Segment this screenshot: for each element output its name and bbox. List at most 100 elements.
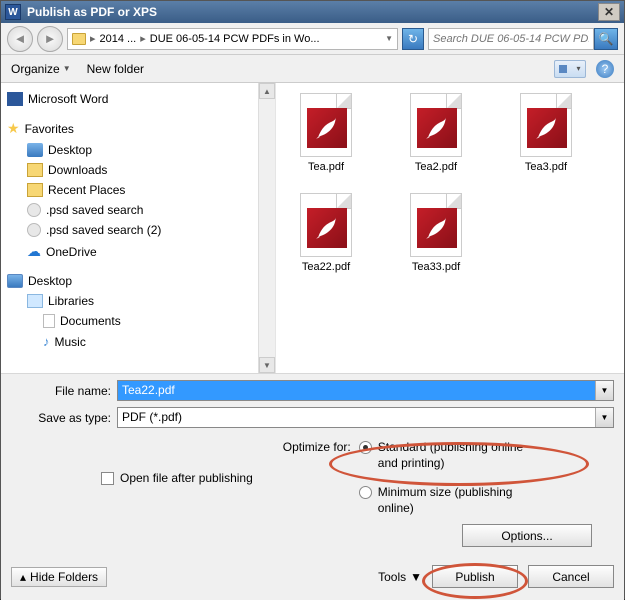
scroll-up-button[interactable]: ▲: [259, 83, 275, 99]
file-pane[interactable]: Tea.pdf Tea2.pdf Tea3.pdf Tea22.pdf Tea33.pd…: [276, 83, 624, 373]
back-button[interactable]: ◄: [7, 26, 33, 52]
sidebar-item-onedrive[interactable]: ☁ OneDrive: [5, 240, 271, 263]
filename-input[interactable]: Tea22.pdf: [118, 381, 595, 400]
checkbox-icon: [101, 472, 114, 485]
chevron-up-icon: ▴: [20, 570, 26, 584]
navbar: ◄ ► ▸ 2014 ... ▸ DUE 06-05-14 PCW PDFs i…: [1, 23, 624, 55]
sidebar-label: Microsoft Word: [28, 92, 108, 106]
pdf-file-icon: [300, 193, 352, 257]
sidebar-label: Recent Places: [48, 183, 125, 197]
libraries-icon: [27, 294, 43, 308]
file-label: Tea22.pdf: [302, 261, 350, 273]
adobe-icon: [417, 108, 457, 148]
toolbar: Organize ▼ New folder ▾ ?: [1, 55, 624, 83]
sidebar-item-desktop[interactable]: Desktop: [5, 140, 271, 160]
close-button[interactable]: ✕: [598, 3, 620, 21]
radio-standard-label: Standard (publishing online and printing…: [378, 440, 538, 471]
saveas-dropdown-button[interactable]: ▼: [595, 408, 613, 427]
publish-dialog: W Publish as PDF or XPS ✕ ◄ ► ▸ 2014 ...…: [0, 0, 625, 599]
sidebar-item-documents[interactable]: Documents: [5, 311, 271, 331]
filename-combo[interactable]: Tea22.pdf ▼: [117, 380, 614, 401]
breadcrumb-segment[interactable]: 2014 ...: [100, 33, 137, 45]
sidebar-scrollbar[interactable]: ▲ ▼: [258, 83, 275, 373]
saveas-combo[interactable]: PDF (*.pdf) ▼: [117, 407, 614, 428]
radio-icon: [359, 441, 372, 454]
forward-button[interactable]: ►: [37, 26, 63, 52]
view-mode-button[interactable]: ▾: [554, 60, 586, 78]
breadcrumb-segment[interactable]: DUE 06-05-14 PCW PDFs in Wo...: [150, 33, 320, 45]
saveas-value: PDF (*.pdf): [118, 408, 595, 427]
search-go-button[interactable]: 🔍: [594, 28, 618, 50]
radio-icon: [359, 486, 372, 499]
sidebar-label: Downloads: [48, 163, 107, 177]
organize-menu[interactable]: Organize ▼: [11, 62, 71, 76]
file-item[interactable]: Tea3.pdf: [506, 93, 586, 173]
pdf-file-icon: [410, 193, 462, 257]
organize-label: Organize: [11, 62, 60, 76]
tools-menu[interactable]: Tools ▼: [378, 570, 422, 584]
word-app-icon: W: [5, 4, 21, 20]
cancel-button[interactable]: Cancel: [528, 565, 614, 588]
breadcrumb[interactable]: ▸ 2014 ... ▸ DUE 06-05-14 PCW PDFs in Wo…: [67, 28, 398, 50]
options-button[interactable]: Options...: [462, 524, 592, 547]
search-input[interactable]: [428, 28, 594, 50]
file-item[interactable]: Tea.pdf: [286, 93, 366, 173]
adobe-icon: [527, 108, 567, 148]
file-item[interactable]: Tea2.pdf: [396, 93, 476, 173]
file-label: Tea3.pdf: [525, 161, 567, 173]
publish-button[interactable]: Publish: [432, 565, 518, 588]
tools-label: Tools: [378, 570, 406, 584]
sidebar-item-desktop2[interactable]: Desktop: [5, 271, 271, 291]
sidebar-item-search2[interactable]: .psd saved search (2): [5, 220, 271, 240]
help-button[interactable]: ?: [596, 60, 614, 78]
sidebar-label: Favorites: [25, 122, 74, 136]
sidebar-label: Documents: [60, 314, 121, 328]
hide-folders-label: Hide Folders: [30, 570, 98, 584]
saved-search-icon: [27, 223, 41, 237]
pdf-file-icon: [520, 93, 572, 157]
optimize-label: Optimize for:: [283, 440, 351, 516]
music-icon: ♪: [43, 334, 50, 349]
file-label: Tea2.pdf: [415, 161, 457, 173]
cloud-icon: ☁: [27, 243, 41, 260]
sidebar-item-music[interactable]: ♪Music: [5, 331, 271, 352]
content-area: Microsoft Word ★ Favorites Desktop Downl…: [1, 83, 624, 373]
radio-minimum-label: Minimum size (publishing online): [378, 485, 538, 516]
pdf-file-icon: [410, 93, 462, 157]
scroll-down-button[interactable]: ▼: [259, 357, 275, 373]
sidebar-item-libraries[interactable]: Libraries: [5, 291, 271, 311]
monitor-icon: [7, 274, 23, 288]
chevron-down-icon: ▼: [63, 64, 71, 73]
sidebar-item-favorites[interactable]: ★ Favorites: [5, 117, 271, 140]
hide-folders-button[interactable]: ▴ Hide Folders: [11, 567, 107, 587]
titlebar: W Publish as PDF or XPS ✕: [1, 1, 624, 23]
file-item[interactable]: Tea33.pdf: [396, 193, 476, 273]
adobe-icon: [417, 208, 457, 248]
sidebar-item-search1[interactable]: .psd saved search: [5, 200, 271, 220]
sidebar-label: .psd saved search (2): [46, 223, 161, 237]
sidebar-label: Desktop: [48, 143, 92, 157]
chevron-down-icon: ▾: [576, 64, 580, 73]
sidebar-label: OneDrive: [46, 245, 97, 259]
sidebar-label: Libraries: [48, 294, 94, 308]
new-folder-button[interactable]: New folder: [87, 62, 144, 76]
downloads-icon: [27, 163, 43, 177]
filename-dropdown-button[interactable]: ▼: [595, 381, 613, 400]
open-after-checkbox[interactable]: Open file after publishing: [101, 440, 253, 516]
window-title: Publish as PDF or XPS: [27, 5, 157, 19]
radio-minimum[interactable]: Minimum size (publishing online): [359, 485, 538, 516]
sidebar-item-downloads[interactable]: Downloads: [5, 160, 271, 180]
file-item[interactable]: Tea22.pdf: [286, 193, 366, 273]
refresh-button[interactable]: ↻: [402, 28, 424, 50]
saveas-label: Save as type:: [11, 411, 111, 425]
sidebar-item-word[interactable]: Microsoft Word: [5, 89, 271, 109]
recent-icon: [27, 183, 43, 197]
filename-label: File name:: [11, 384, 111, 398]
adobe-icon: [307, 108, 347, 148]
sidebar-item-recent[interactable]: Recent Places: [5, 180, 271, 200]
search-box: 🔍: [428, 28, 618, 50]
star-icon: ★: [7, 120, 20, 137]
desktop-icon: [27, 143, 43, 157]
radio-standard[interactable]: Standard (publishing online and printing…: [359, 440, 538, 471]
folder-icon: [72, 33, 86, 45]
